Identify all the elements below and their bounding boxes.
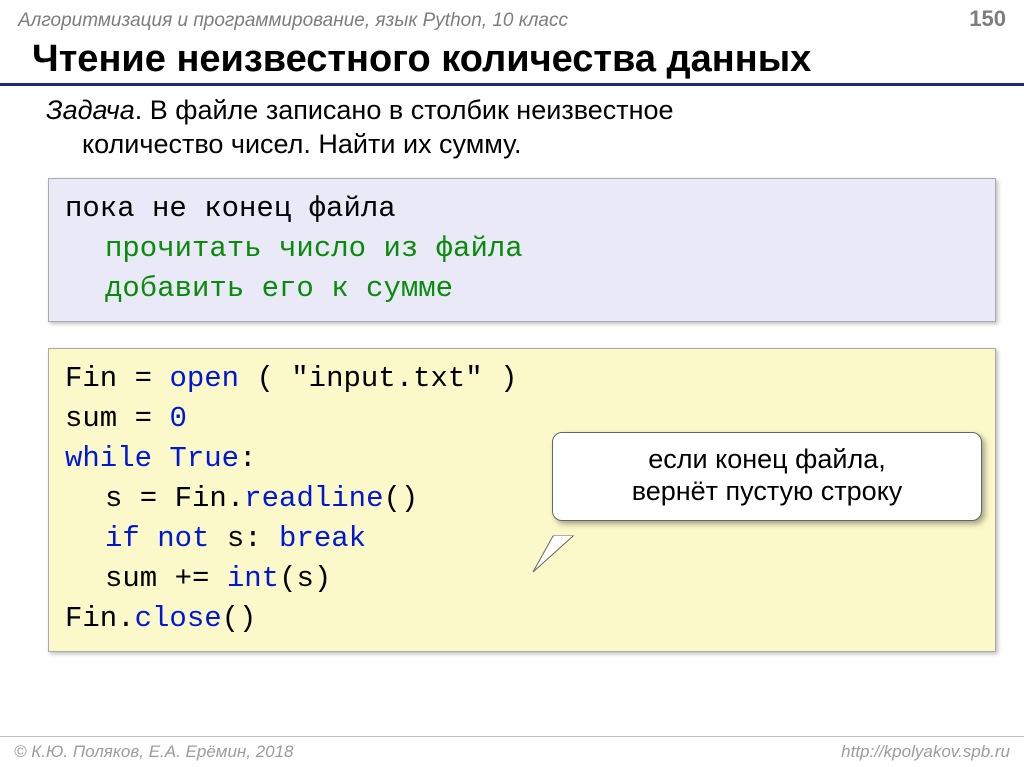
tok: : xyxy=(239,442,256,475)
callout: если конец файла, вернёт пустую строку xyxy=(552,432,982,521)
tok: += xyxy=(157,562,227,595)
tok: sum xyxy=(105,562,157,595)
footer-right: http://kpolyakov.spb.ru xyxy=(841,742,1010,762)
tok: "input.txt" xyxy=(291,362,482,395)
tok: close xyxy=(135,602,222,635)
tok: 0 xyxy=(169,402,186,435)
course-label: Алгоритмизация и программирование, язык … xyxy=(18,10,568,32)
tok: sum xyxy=(65,402,117,435)
tok: open xyxy=(169,362,239,395)
tok: s xyxy=(105,482,122,515)
tok: () xyxy=(383,482,418,515)
tok: = xyxy=(117,362,169,395)
tok: True xyxy=(169,442,239,475)
task-label: Задача xyxy=(46,95,135,125)
page-number: 150 xyxy=(969,6,1006,32)
code-l6: sum += int(s) xyxy=(65,559,979,599)
code-l7: Fin.close() xyxy=(65,599,979,639)
footer-left: © К.Ю. Поляков, Е.А. Ерёмин, 2018 xyxy=(14,742,294,762)
tok: Fin xyxy=(65,362,117,395)
callout-line1: если конец файла, xyxy=(567,443,967,475)
slide-title: Чтение неизвестного количества данных xyxy=(0,32,1024,83)
tok: int xyxy=(227,562,279,595)
slide: Алгоритмизация и программирование, язык … xyxy=(0,0,1024,767)
pseudo-l1: пока не конец файла xyxy=(65,189,979,229)
tok: Fin. xyxy=(65,602,135,635)
tok: readline xyxy=(244,482,383,515)
task-text: Задача. В файле записано в столбик неизв… xyxy=(0,92,1024,172)
tok: break xyxy=(279,522,366,555)
task-line2: количество чисел. Найти их сумму. xyxy=(46,128,994,162)
footer: © К.Ю. Поляков, Е.А. Ерёмин, 2018 http:/… xyxy=(0,736,1024,767)
pseudo-l2: прочитать число из файла xyxy=(65,229,523,269)
topbar: Алгоритмизация и программирование, язык … xyxy=(0,0,1024,32)
tok: (s) xyxy=(279,562,331,595)
tok xyxy=(152,442,169,475)
pseudo-l3: добавить его к сумме xyxy=(65,269,453,309)
tok: ( xyxy=(239,362,291,395)
tok: if not xyxy=(105,522,209,555)
task-line1: . В файле записано в столбик неизвестное xyxy=(135,95,674,125)
tok: () xyxy=(222,602,257,635)
tok: s: xyxy=(209,522,279,555)
tok: ) xyxy=(483,362,518,395)
pseudocode-box: пока не конец файла прочитать число из ф… xyxy=(48,178,996,322)
tok: Fin. xyxy=(175,482,245,515)
tok: = xyxy=(117,402,169,435)
tok: = xyxy=(122,482,174,515)
tok: while xyxy=(65,442,152,475)
title-rule xyxy=(0,83,1024,86)
code-l5: if not s: break xyxy=(65,519,979,559)
callout-line2: вернёт пустую строку xyxy=(567,475,967,507)
code-l1: Fin = open ( "input.txt" ) xyxy=(65,359,979,399)
